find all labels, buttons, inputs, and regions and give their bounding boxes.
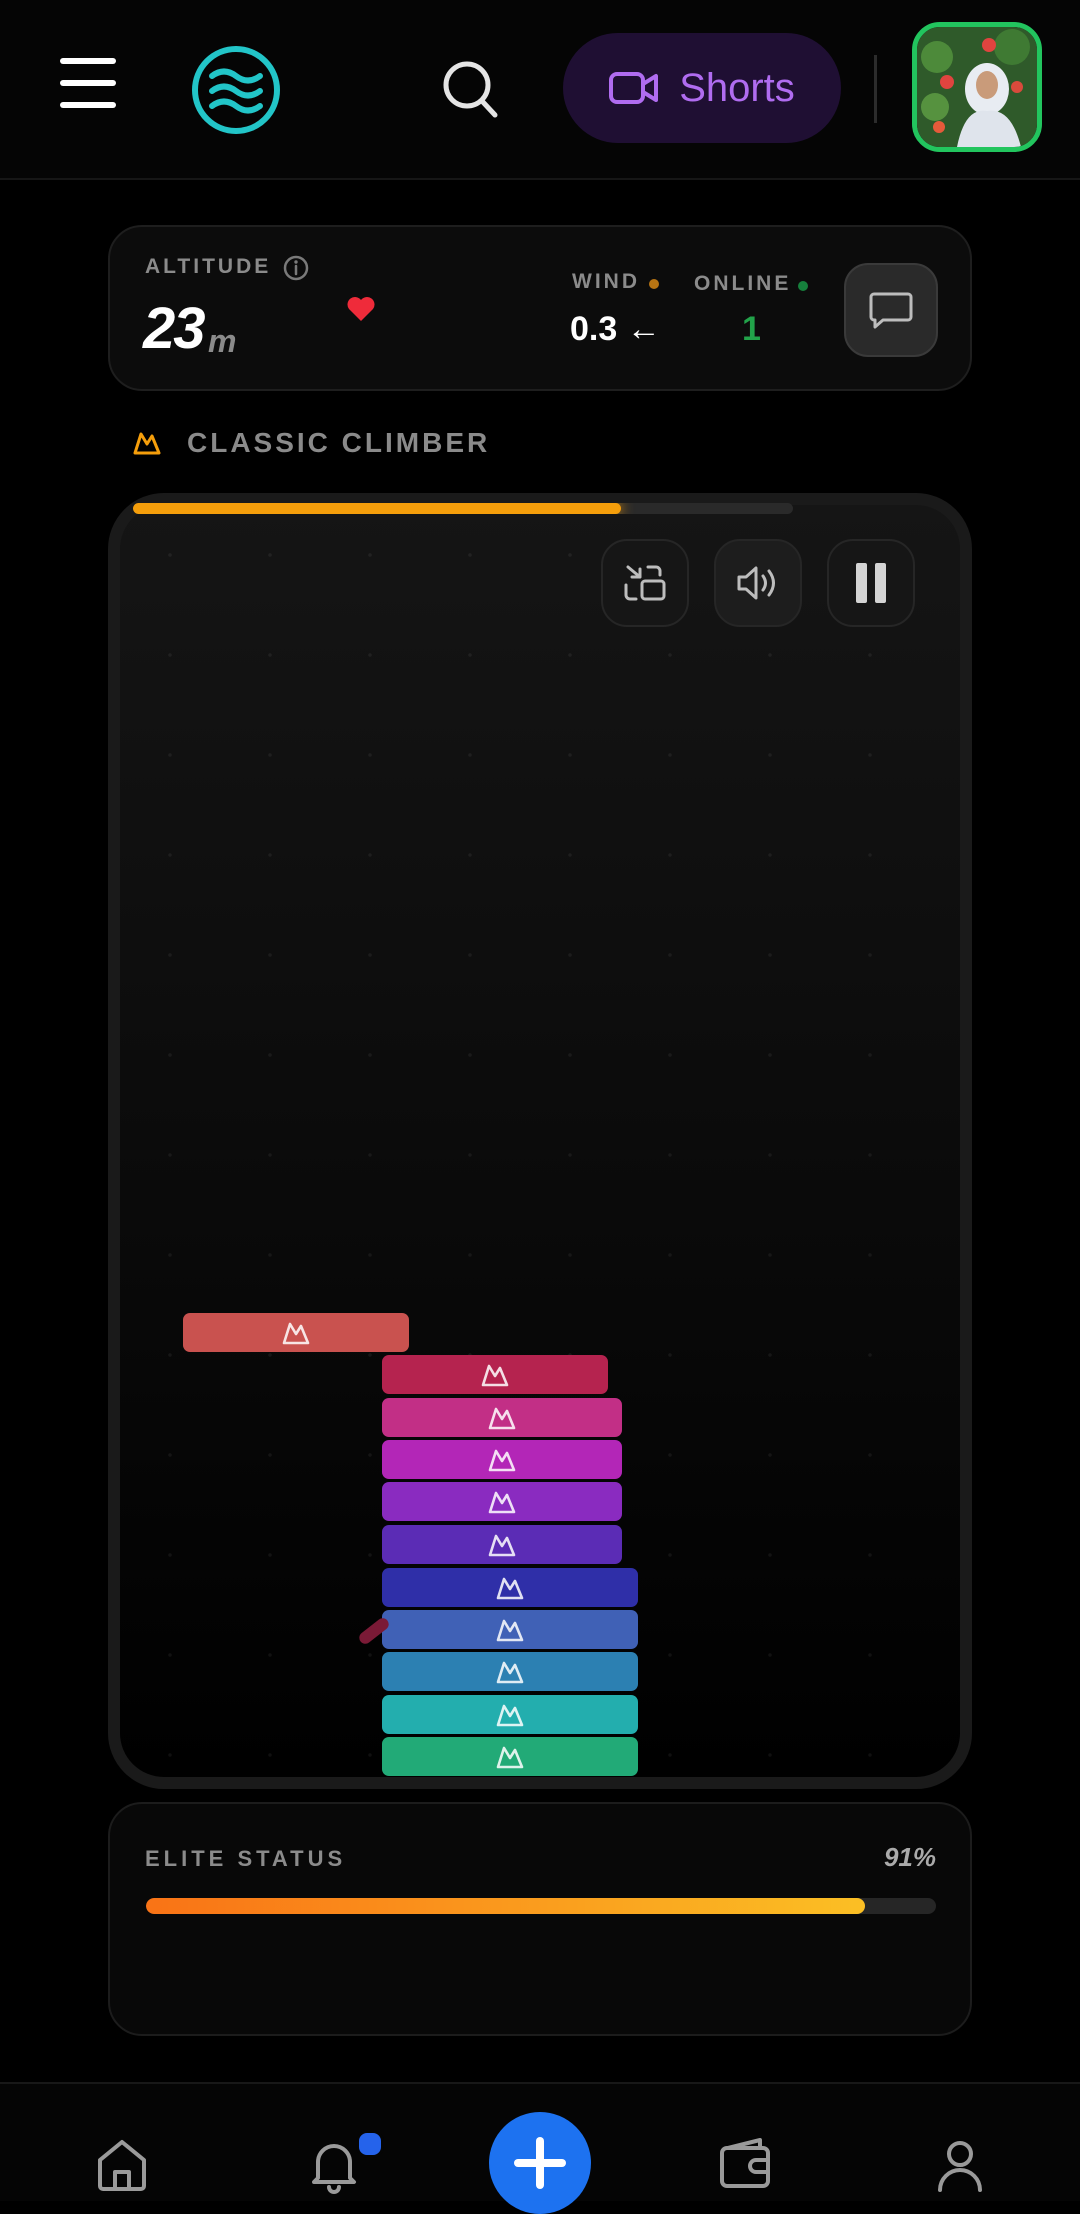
heart-icon <box>346 295 376 323</box>
mountain-icon <box>496 1577 524 1599</box>
stacked-block <box>382 1737 638 1776</box>
online-label: ONLINE <box>694 272 792 295</box>
mountain-icon <box>481 1364 509 1386</box>
wind-label: WIND <box>572 270 640 293</box>
altitude-value: 23 <box>143 296 205 361</box>
altitude-label: ALTITUDE <box>145 255 272 278</box>
volume-button[interactable] <box>714 539 802 627</box>
waves-logo-icon[interactable] <box>190 44 282 136</box>
volume-icon <box>737 566 775 600</box>
stacked-block <box>382 1398 622 1437</box>
swap-icon <box>624 565 666 601</box>
wind-status-dot <box>649 279 659 289</box>
game-mode-label: CLASSIC CLIMBER <box>187 427 491 458</box>
altitude-unit: m <box>208 323 237 359</box>
chat-icon <box>869 292 913 329</box>
online-value: 1 <box>742 310 761 348</box>
level-progress-bar <box>133 503 793 514</box>
mountain-icon <box>496 1619 524 1641</box>
stacked-block <box>382 1482 622 1521</box>
wind-value: 0.3 ← <box>570 310 661 348</box>
mountain-icon <box>132 430 162 456</box>
elite-status-card: ELITE STATUS 91% <box>108 1802 972 2036</box>
info-icon[interactable] <box>282 254 310 282</box>
avatar[interactable] <box>912 22 1042 152</box>
mountain-icon <box>488 1491 516 1513</box>
stacked-block <box>382 1525 622 1564</box>
chat-button[interactable] <box>844 263 938 357</box>
video-camera-icon <box>609 72 659 104</box>
mountain-icon <box>282 1322 310 1344</box>
mountain-icon <box>496 1661 524 1683</box>
mountain-icon <box>488 1449 516 1471</box>
header-divider <box>874 55 877 123</box>
online-status-dot <box>798 281 808 291</box>
moving-block <box>183 1313 409 1352</box>
profile-icon[interactable] <box>930 2134 990 2194</box>
elite-progress-bar <box>146 1898 936 1914</box>
shorts-button[interactable]: Shorts <box>563 33 841 143</box>
stats-card: ALTITUDE 23 m WIND 0.3 ← ONLINE 1 <box>108 225 972 391</box>
wallet-icon[interactable] <box>716 2134 776 2194</box>
elite-progress-fill <box>146 1898 865 1914</box>
mountain-icon <box>488 1534 516 1556</box>
pause-icon <box>856 563 886 603</box>
notification-badge <box>356 2130 384 2158</box>
stacked-block <box>382 1652 638 1691</box>
stacked-block <box>382 1568 638 1607</box>
swap-button[interactable] <box>601 539 689 627</box>
top-header: Shorts <box>0 0 1080 180</box>
pause-button[interactable] <box>827 539 915 627</box>
add-icon <box>514 2137 566 2189</box>
mountain-icon <box>496 1746 524 1768</box>
mountain-icon <box>488 1407 516 1429</box>
home-icon[interactable] <box>92 2134 152 2194</box>
bell-icon[interactable] <box>304 2134 364 2194</box>
elite-status-label: ELITE STATUS <box>145 1846 347 1871</box>
search-icon[interactable] <box>440 58 500 122</box>
stacked-block <box>382 1610 638 1649</box>
elite-status-percent: 91% <box>883 1842 936 1872</box>
menu-icon[interactable] <box>60 58 120 108</box>
stacked-block <box>382 1695 638 1734</box>
mountain-icon <box>496 1704 524 1726</box>
stacked-block <box>382 1355 608 1394</box>
level-progress-fill <box>133 503 622 514</box>
shorts-label: Shorts <box>679 65 795 110</box>
stacked-block <box>382 1440 622 1479</box>
